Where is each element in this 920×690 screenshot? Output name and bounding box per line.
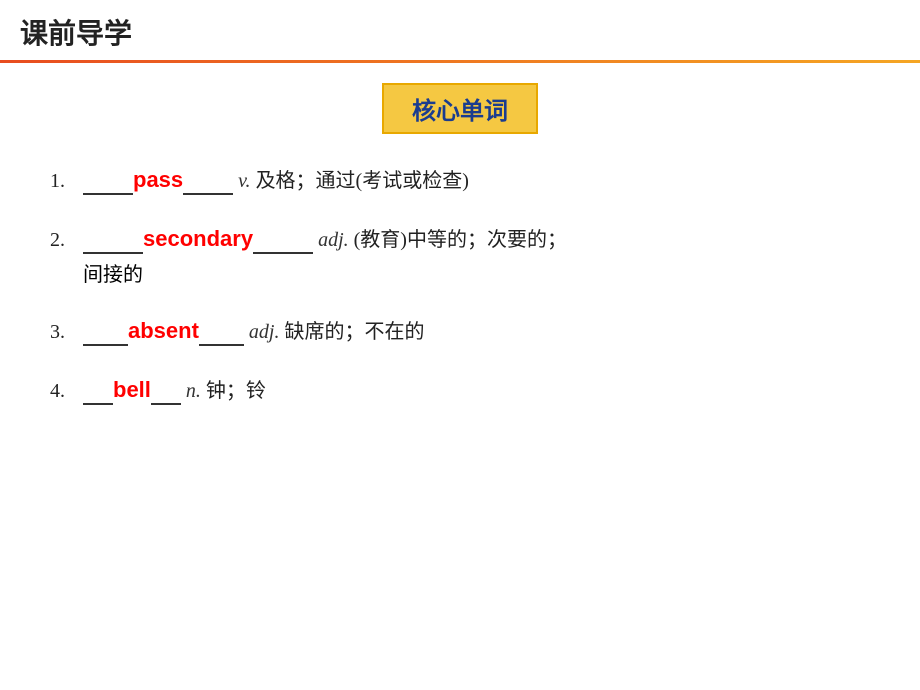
item-number-2: 2.: [50, 229, 75, 252]
definition-2: adj. (教育)中等的；次要的；: [318, 223, 567, 252]
blank-2b: [253, 229, 313, 254]
vocab-list: 1. pass v. 及格；通过(考试或检查) 2. secondary adj…: [0, 164, 920, 405]
word-3: absent: [128, 318, 199, 344]
vocab-item-3: 3. absent adj. 缺席的；不在的: [50, 315, 870, 346]
vocab-item-1: 1. pass v. 及格；通过(考试或检查): [50, 164, 870, 195]
definition-4: n. 钟；铃: [186, 374, 266, 403]
word-1: pass: [133, 167, 183, 193]
item-number-4: 4.: [50, 380, 75, 403]
page-header: 课前导学: [0, 0, 920, 63]
blank-4b: [151, 380, 181, 405]
page-title: 课前导学: [20, 12, 132, 52]
item-number-3: 3.: [50, 321, 75, 344]
word-4: bell: [113, 377, 151, 403]
definition-3: adj. 缺席的；不在的: [249, 315, 425, 344]
blank-3b: [199, 321, 244, 346]
def-extra-2: 间接的: [50, 258, 870, 287]
blank-1b: [183, 170, 233, 195]
section-title-container: 核心单词: [0, 83, 920, 134]
word-2: secondary: [143, 226, 253, 252]
pos-1: v.: [238, 170, 250, 192]
blank-1: [83, 170, 133, 195]
blank-4a: [83, 380, 113, 405]
def-text-4: 钟；铃: [206, 380, 266, 402]
def-text-1: 及格；通过(考试或检查): [256, 170, 469, 192]
definition-1: v. 及格；通过(考试或检查): [238, 164, 469, 193]
pos-4: n.: [186, 380, 201, 402]
pos-3: adj.: [249, 321, 280, 343]
item-number-1: 1.: [50, 170, 75, 193]
def-text-2: (教育)中等的；次要的；: [354, 229, 567, 251]
blank-2a: [83, 229, 143, 254]
vocab-item-2: 2. secondary adj. (教育)中等的；次要的； 间接的: [50, 223, 870, 287]
section-title: 核心单词: [382, 83, 538, 134]
def-text-3: 缺席的；不在的: [284, 321, 424, 343]
pos-2: adj.: [318, 229, 349, 251]
vocab-item-4: 4. bell n. 钟；铃: [50, 374, 870, 405]
blank-3a: [83, 321, 128, 346]
